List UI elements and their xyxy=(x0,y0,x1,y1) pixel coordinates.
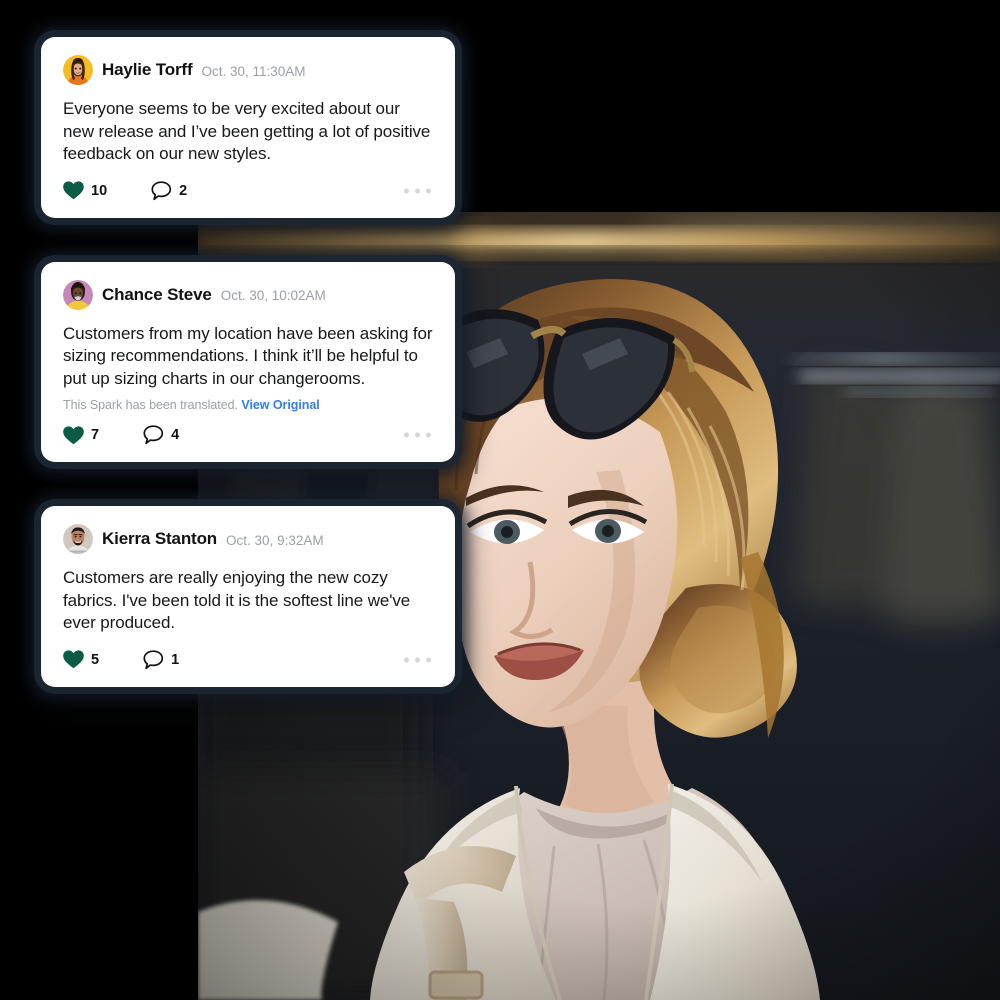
spark-card[interactable]: Chance Steve Oct. 30, 10:02AM Customers … xyxy=(41,261,455,462)
more-options-icon[interactable] xyxy=(402,429,433,442)
heart-icon xyxy=(63,181,84,200)
like-button[interactable]: 10 xyxy=(63,181,107,200)
dot xyxy=(404,657,409,662)
dot xyxy=(426,432,431,438)
spark-card[interactable]: Kierra Stanton Oct. 30, 9:32AM Customers… xyxy=(41,506,455,687)
card-actions: 5 1 xyxy=(63,649,433,671)
card-message: Customers are really enjoying the new co… xyxy=(63,568,411,632)
dot xyxy=(426,188,431,193)
avatar-image xyxy=(63,55,93,85)
card-timestamp: Oct. 30, 9:32AM xyxy=(226,532,324,548)
comment-count: 2 xyxy=(179,182,188,199)
spark-feed: Haylie Torff Oct. 30, 11:30AM Everyone s… xyxy=(41,37,455,687)
avatar-image xyxy=(63,279,93,310)
comment-icon xyxy=(143,649,164,670)
more-options-icon[interactable] xyxy=(402,653,433,666)
comment-icon xyxy=(143,425,164,445)
card-timestamp: Oct. 30, 10:02AM xyxy=(220,288,326,303)
comment-button[interactable]: 1 xyxy=(143,649,180,670)
dot xyxy=(415,188,420,193)
card-actions: 7 4 xyxy=(63,424,433,446)
card-actions: 10 2 xyxy=(63,180,433,202)
spark-card[interactable]: Haylie Torff Oct. 30, 11:30AM Everyone s… xyxy=(41,37,455,218)
dot xyxy=(415,657,420,662)
dot xyxy=(415,432,420,438)
dot xyxy=(404,432,409,438)
dot xyxy=(404,188,409,193)
avatar-image xyxy=(63,524,93,554)
card-author: Kierra Stanton xyxy=(102,529,218,548)
comment-count: 1 xyxy=(171,651,180,668)
avatar-kierra-stanton xyxy=(63,524,93,554)
card-author: Chance Steve xyxy=(102,284,212,304)
card-header: Kierra Stanton Oct. 30, 9:32AM xyxy=(63,524,433,554)
heart-icon xyxy=(63,425,84,445)
card-message: Customers from my location have been ask… xyxy=(63,323,433,388)
card-timestamp: Oct. 30, 11:30AM xyxy=(201,63,306,79)
like-count: 7 xyxy=(91,427,100,443)
dot xyxy=(426,657,431,662)
card-author: Haylie Torff xyxy=(102,60,193,79)
more-options-icon[interactable] xyxy=(402,184,433,197)
avatar-chance-steve xyxy=(63,279,93,310)
card-header: Chance Steve Oct. 30, 10:02AM xyxy=(63,279,433,310)
card-message: Everyone seems to be very excited about … xyxy=(63,99,431,163)
like-count: 10 xyxy=(91,182,108,199)
heart-icon xyxy=(63,650,84,669)
view-original-link[interactable]: View Original xyxy=(241,398,319,412)
composition-root: Haylie Torff Oct. 30, 11:30AM Everyone s… xyxy=(0,0,1000,1000)
avatar-haylie-torff xyxy=(63,55,93,85)
card-header: Haylie Torff Oct. 30, 11:30AM xyxy=(63,55,433,85)
comment-count: 4 xyxy=(171,427,180,443)
translation-notice: This Spark has been translated. View Ori… xyxy=(63,398,433,412)
comment-button[interactable]: 2 xyxy=(151,180,188,201)
like-button[interactable]: 5 xyxy=(63,650,99,669)
comment-button[interactable]: 4 xyxy=(143,425,179,445)
comment-icon xyxy=(151,180,172,201)
like-button[interactable]: 7 xyxy=(63,425,100,445)
like-count: 5 xyxy=(91,651,100,668)
translation-text: This Spark has been translated. xyxy=(63,398,238,412)
